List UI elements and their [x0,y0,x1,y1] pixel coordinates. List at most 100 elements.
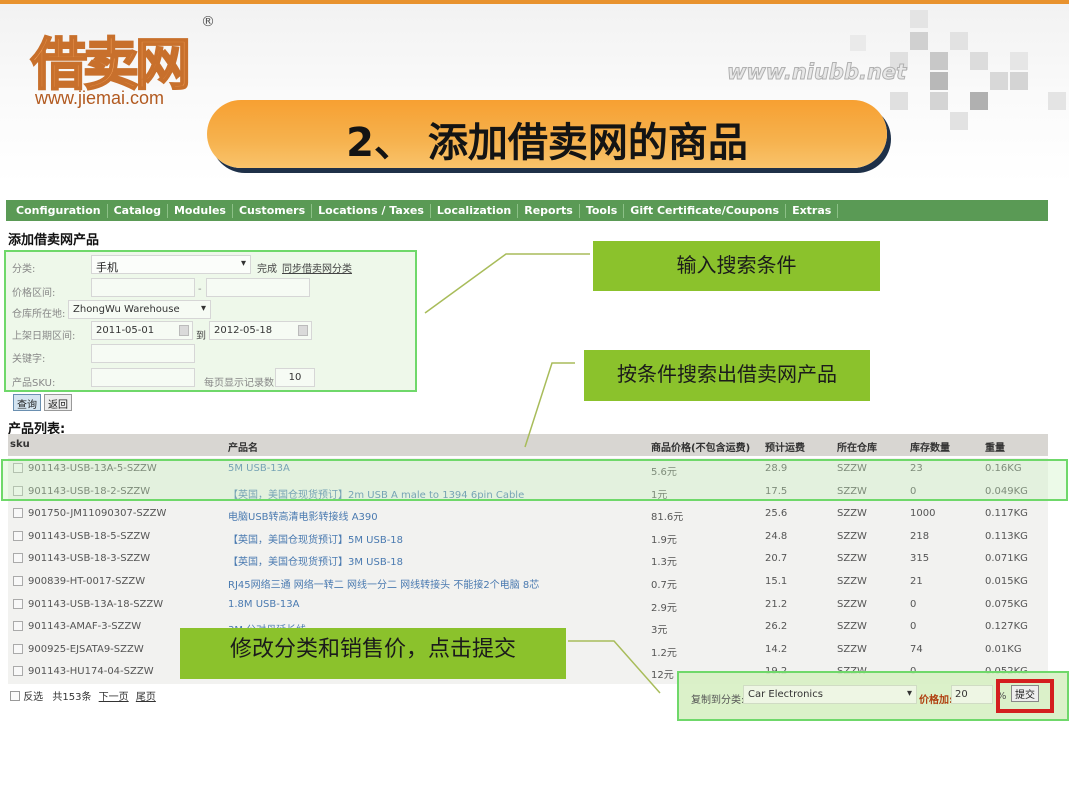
cell-price: 12元 [651,670,674,682]
nav-tools[interactable]: Tools [580,203,625,218]
cell-stock: 21 [910,576,923,587]
price-separator: - [198,284,202,295]
row-checkbox[interactable] [13,553,23,564]
cell-warehouse: SZZW [837,621,867,633]
cell-sku: 901143-USB-18-3-SZZW [28,553,151,565]
sync-category-link[interactable]: 同步借卖网分类 [282,260,352,275]
cell-weight: 0.127KG [985,621,1028,633]
row-checkbox[interactable] [13,598,23,609]
row-checkbox[interactable] [13,576,23,586]
cell-sku: 901750-JM11090307-SZZW [28,508,167,520]
nav-reports[interactable]: Reports [518,203,580,218]
cell-stock: 1000 [910,508,936,520]
cell-price: 0.7元 [651,580,677,591]
cell-shipping: 21.2 [765,598,788,610]
price-range-label: 价格区间: [12,288,56,299]
cell-shipping: 14.2 [765,643,788,655]
nav-locations-taxes[interactable]: Locations / Taxes [312,203,431,218]
cell-weight: 0.015KG [985,576,1028,587]
column-header-sku: sku [10,439,30,450]
cell-shipping: 24.8 [765,530,788,542]
nav-catalog[interactable]: Catalog [108,203,168,218]
category-select[interactable]: 手机 [91,255,251,274]
row-checkbox[interactable] [13,643,23,654]
date-from-value: 2011-05-01 [96,325,155,336]
cell-sku: 901143-USB-18-5-SZZW [28,530,151,542]
warehouse-select[interactable]: ZhongWu Warehouse [68,300,211,319]
search-results-highlight [1,459,1068,501]
nav-extras[interactable]: Extras [786,203,839,218]
calendar-icon[interactable] [298,325,308,336]
cell-name[interactable]: 【英国，美国仓现货预订】5M USB-18 [228,531,403,546]
price-to-input[interactable] [206,278,310,297]
sku-input[interactable] [91,368,195,387]
price-add-input[interactable]: 20 [951,685,993,704]
invert-select-checkbox[interactable] [10,691,20,701]
cell-name[interactable]: RJ45网络三通 网络一转二 网线一分二 网线转接头 不能接2个电脑 8芯 [228,576,539,591]
calendar-icon[interactable] [179,325,189,336]
back-button[interactable]: 返回 [44,394,72,411]
last-page-link[interactable]: 尾页 [136,692,156,703]
page-title: 添加借卖网产品 [8,233,100,248]
row-checkbox[interactable] [13,621,23,632]
price-from-input[interactable] [91,278,195,297]
column-header-price: 商品价格(不包含运费) [651,443,751,454]
logo-url: www.jiemai.com [35,88,165,108]
date-to-input[interactable]: 2012-05-18 [209,321,312,340]
cell-name[interactable]: 1.8M USB-13A [228,599,299,610]
cell-sku: 901143-AMAF-3-SZZW [28,621,142,633]
cell-stock: 218 [910,530,930,542]
date-separator: 到 [196,331,206,342]
cell-name[interactable]: 【英国，美国仓现货预订】3M USB-18 [228,553,403,568]
pagination-footer: 反选 共153条 下一页 尾页 [10,688,156,703]
target-category-select[interactable]: Car Electronics [743,685,917,704]
row-checkbox[interactable] [13,508,23,519]
date-range-label: 上架日期区间: [12,331,76,342]
row-checkbox[interactable] [13,530,23,541]
column-header-stock: 库存数量 [910,443,950,454]
callout-search-results: 按条件搜索出借卖网产品 [584,350,870,401]
cell-stock: 74 [910,643,923,655]
nav-customers[interactable]: Customers [233,203,313,218]
nav-localization[interactable]: Localization [431,203,519,218]
cell-shipping: 15.1 [765,576,788,587]
copy-to-category-label: 复制到分类: [691,695,745,706]
per-page-input[interactable]: 10 [275,368,315,387]
query-button[interactable]: 查询 [13,394,41,411]
cell-stock: 0 [910,598,917,610]
jiemai-logo: 借卖网 ® www.jiemai.com [25,14,215,115]
keyword-input[interactable] [91,344,195,363]
cell-warehouse: SZZW [837,508,867,520]
cell-shipping: 25.6 [765,508,788,520]
table-row: 901143-USB-18-3-SZZW 【英国，美国仓现货预订】3M USB-1… [8,548,1048,571]
table-row: 901750-JM11090307-SZZW 电脑USB转高清电影转接线 A390… [8,503,1048,526]
table-row: 900839-HT-0017-SZZW RJ45网络三通 网络一转二 网线一分二 … [8,571,1048,594]
cell-warehouse: SZZW [837,576,867,587]
invert-select-label: 反选 [23,692,44,703]
admin-nav-bar: Configuration Catalog Modules Customers … [6,200,1048,221]
cell-weight: 0.071KG [985,553,1028,565]
cell-weight: 0.01KG [985,643,1022,655]
per-page-label: 每页显示记录数: [204,378,278,389]
cell-warehouse: SZZW [837,643,867,655]
cell-name[interactable]: 电脑USB转高清电影转接线 A390 [228,508,378,523]
product-table-header: sku 产品名 商品价格(不包含运费) 预计运费 所在仓库 库存数量 重量 [8,434,1048,456]
per-page-value: 10 [288,372,302,383]
callout-search-conditions: 输入搜索条件 [593,241,880,291]
nav-modules[interactable]: Modules [168,203,233,218]
nav-configuration[interactable]: Configuration [10,203,108,218]
row-checkbox[interactable] [13,666,23,677]
keyword-label: 关键字: [12,354,46,365]
column-header-weight: 重量 [985,443,1005,454]
column-header-name: 产品名 [228,443,258,454]
date-from-input[interactable]: 2011-05-01 [91,321,193,340]
watermark: www.niubb.net [726,60,907,85]
price-add-label: 价格加: [919,695,953,706]
total-count: 共153条 [52,692,92,703]
cell-sku: 900925-EJSATA9-SZZW [28,643,144,655]
target-category-value: Car Electronics [748,689,823,700]
nav-gift-certificate-coupons[interactable]: Gift Certificate/Coupons [624,203,787,218]
next-page-link[interactable]: 下一页 [99,692,129,703]
cell-price: 81.6元 [651,512,684,524]
callout-modify-submit: 修改分类和销售价，点击提交 [180,628,566,679]
